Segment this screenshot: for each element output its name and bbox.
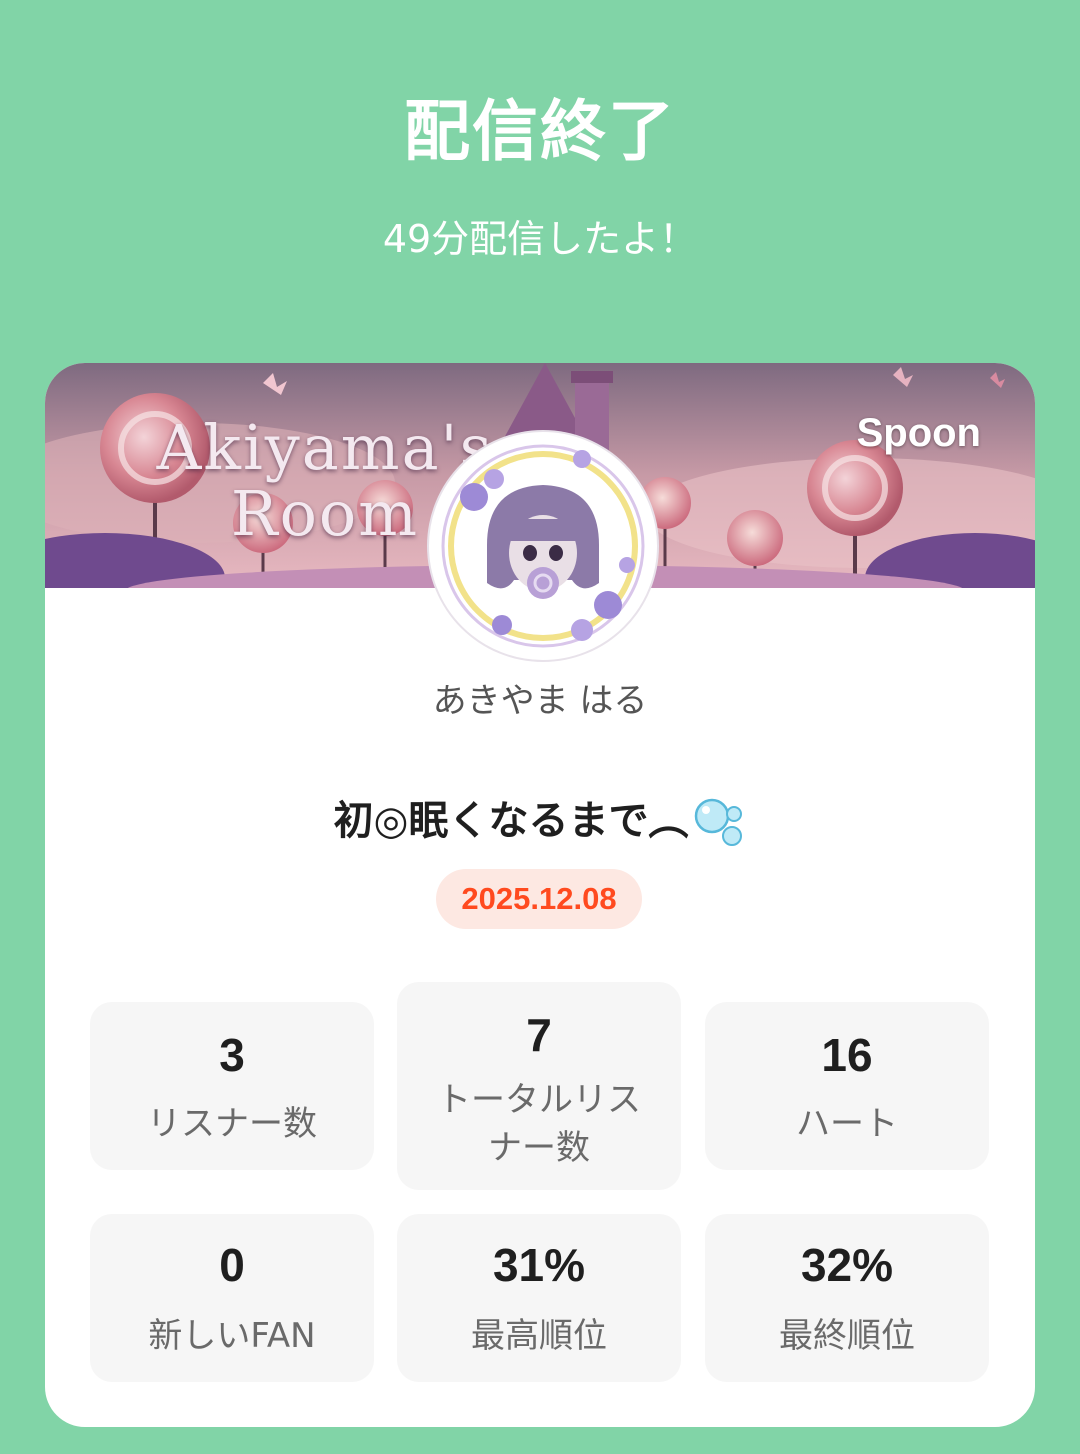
- stat-hearts: 16 ハート: [705, 1002, 989, 1170]
- broadcast-date-badge: 2025.12.08: [436, 869, 642, 929]
- stat-label: 最終順位: [779, 1316, 915, 1356]
- stat-new-fans: 0 新しいFAN: [90, 1214, 374, 1382]
- stat-value: 16: [821, 1029, 873, 1081]
- broadcast-title: 初◎眠くなるまで︵: [45, 788, 1035, 850]
- avatar[interactable]: [429, 432, 657, 660]
- stat-value: 0: [219, 1239, 245, 1291]
- broadcast-duration: 49分配信したよ！: [382, 217, 698, 261]
- stat-label: ハート: [796, 1104, 898, 1144]
- stat-label: 新しいFAN: [148, 1316, 316, 1356]
- stat-best-rank: 31% 最高順位: [397, 1214, 681, 1382]
- spoon-logo: Spoon: [856, 411, 981, 455]
- stat-label: 最高順位: [471, 1316, 607, 1356]
- bubbles-icon: [695, 798, 743, 846]
- avatar-illustration: [432, 435, 654, 657]
- stat-value: 7: [526, 1009, 552, 1061]
- broadcast-title-text: 初◎眠くなるまで︵: [333, 798, 689, 844]
- username: あきやま はる: [432, 681, 648, 721]
- stat-value: 31%: [492, 1239, 586, 1291]
- stat-listeners: 3 リスナー数: [90, 1002, 374, 1170]
- stat-label: リスナー数: [147, 1104, 317, 1144]
- stat-value: 32%: [800, 1239, 894, 1291]
- page-title: 配信終了: [404, 93, 676, 170]
- stat-final-rank: 32% 最終順位: [705, 1214, 989, 1382]
- banner-title-line1: Akiyama's: [156, 411, 494, 484]
- stat-value: 3: [219, 1029, 245, 1081]
- stat-label: トータルリスナー数: [437, 1080, 641, 1168]
- stat-total-listeners: 7 トータルリスナー数: [397, 982, 681, 1190]
- summary-card: Akiyama's Room Spoon あきやま はる 初◎眠くなるまで︵ 2…: [45, 363, 1035, 1427]
